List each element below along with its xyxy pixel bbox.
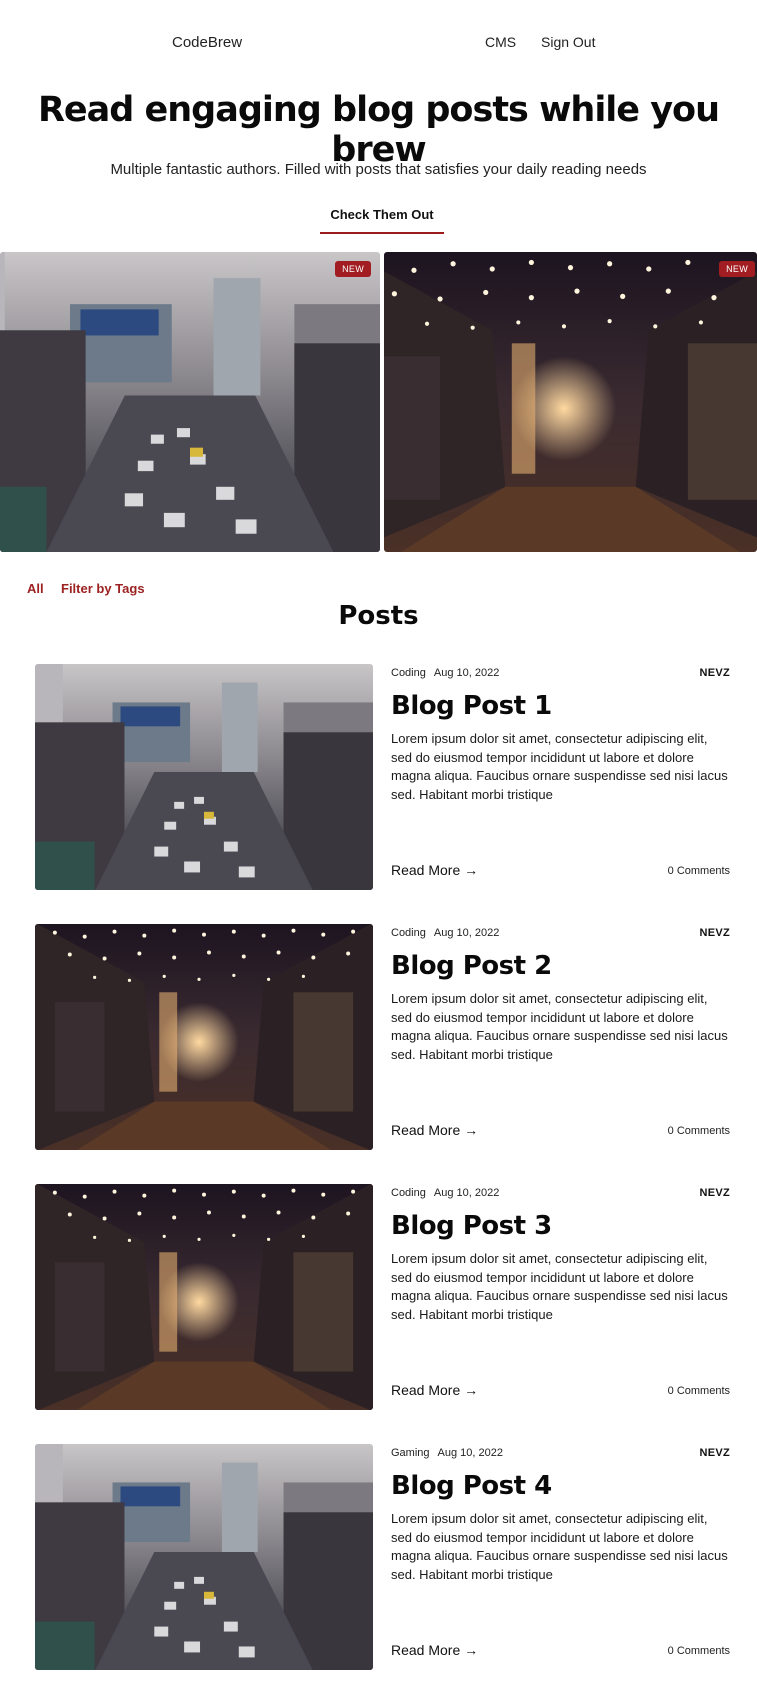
lit-alley-photo bbox=[35, 1184, 373, 1410]
city-traffic-photo bbox=[35, 664, 373, 890]
post-date: Aug 10, 2022 bbox=[433, 1187, 500, 1199]
post-body: Coding Aug 10, 2022 NEVZ Blog Post 3 Lore… bbox=[391, 1184, 730, 1410]
read-more-link[interactable]: Read More → bbox=[391, 862, 478, 878]
post-tag[interactable]: Coding bbox=[391, 667, 426, 679]
read-more-link[interactable]: Read More → bbox=[391, 1382, 478, 1398]
filter-by-tags-link[interactable]: Filter by Tags bbox=[61, 581, 145, 596]
featured-post-card[interactable]: NEW bbox=[384, 252, 757, 552]
nav-link-sign-out[interactable]: Sign Out bbox=[541, 34, 595, 50]
post-card: Gaming Aug 10, 2022 NEVZ Blog Post 4 Lore… bbox=[35, 1444, 730, 1670]
posts-heading: Posts bbox=[338, 601, 419, 631]
post-date: Aug 10, 2022 bbox=[437, 1447, 503, 1459]
post-title[interactable]: Blog Post 1 bbox=[391, 691, 552, 721]
nav-link-cms[interactable]: CMS bbox=[485, 34, 516, 50]
post-card: Coding Aug 10, 2022 NEVZ Blog Post 1 Lore… bbox=[35, 664, 730, 890]
post-meta: Coding Aug 10, 2022 bbox=[391, 667, 507, 679]
post-title[interactable]: Blog Post 3 bbox=[391, 1211, 552, 1241]
comment-count[interactable]: 0 Comments bbox=[668, 865, 730, 877]
hero-subtitle: Multiple fantastic authors. Filled with … bbox=[110, 161, 647, 178]
post-tag[interactable]: Gaming bbox=[391, 1447, 430, 1459]
top-nav: CodeBrew CMS Sign Out bbox=[0, 0, 757, 80]
post-author: NEVZ bbox=[699, 1187, 730, 1199]
brand-logo[interactable]: CodeBrew bbox=[172, 34, 242, 51]
new-badge: NEW bbox=[719, 261, 755, 277]
post-excerpt: Lorem ipsum dolor sit amet, consectetur … bbox=[391, 731, 728, 802]
comment-count[interactable]: 0 Comments bbox=[668, 1125, 730, 1137]
post-body: Gaming Aug 10, 2022 NEVZ Blog Post 4 Lore… bbox=[391, 1444, 730, 1670]
read-more-link[interactable]: Read More → bbox=[391, 1642, 478, 1658]
post-card: Coding Aug 10, 2022 NEVZ Blog Post 2 Lore… bbox=[35, 924, 730, 1150]
post-author: NEVZ bbox=[699, 927, 730, 939]
post-excerpt: Lorem ipsum dolor sit amet, consectetur … bbox=[391, 1511, 728, 1582]
post-author: NEVZ bbox=[699, 667, 730, 679]
post-meta: Coding Aug 10, 2022 bbox=[391, 927, 507, 939]
post-meta: Gaming Aug 10, 2022 bbox=[391, 1447, 511, 1459]
comment-count[interactable]: 0 Comments bbox=[668, 1645, 730, 1657]
post-date: Aug 10, 2022 bbox=[433, 667, 500, 679]
post-excerpt: Lorem ipsum dolor sit amet, consectetur … bbox=[391, 991, 728, 1062]
post-tag[interactable]: Coding bbox=[391, 927, 426, 939]
post-thumbnail[interactable] bbox=[35, 924, 373, 1150]
city-traffic-photo bbox=[0, 252, 380, 552]
lit-alley-photo bbox=[35, 924, 373, 1150]
filter-all-link[interactable]: All bbox=[27, 581, 44, 596]
post-meta: Coding Aug 10, 2022 bbox=[391, 1187, 507, 1199]
post-author: NEVZ bbox=[699, 1447, 730, 1459]
read-more-link[interactable]: Read More → bbox=[391, 1122, 478, 1138]
check-them-out-button[interactable]: Check Them Out bbox=[320, 207, 444, 234]
post-body: Coding Aug 10, 2022 NEVZ Blog Post 2 Lore… bbox=[391, 924, 730, 1150]
new-badge: NEW bbox=[335, 261, 371, 277]
comment-count[interactable]: 0 Comments bbox=[668, 1385, 730, 1397]
post-thumbnail[interactable] bbox=[35, 1184, 373, 1410]
lit-alley-photo bbox=[384, 252, 757, 552]
post-card: Coding Aug 10, 2022 NEVZ Blog Post 3 Lore… bbox=[35, 1184, 730, 1410]
post-excerpt: Lorem ipsum dolor sit amet, consectetur … bbox=[391, 1251, 728, 1322]
post-body: Coding Aug 10, 2022 NEVZ Blog Post 1 Lore… bbox=[391, 664, 730, 890]
post-title[interactable]: Blog Post 2 bbox=[391, 951, 552, 981]
post-title[interactable]: Blog Post 4 bbox=[391, 1471, 552, 1501]
hero-title: Read engaging blog posts while you brew bbox=[37, 90, 720, 170]
post-tag[interactable]: Coding bbox=[391, 1187, 426, 1199]
post-date: Aug 10, 2022 bbox=[433, 927, 500, 939]
featured-post-card[interactable]: NEW bbox=[0, 252, 380, 552]
post-thumbnail[interactable] bbox=[35, 1444, 373, 1670]
city-traffic-photo bbox=[35, 1444, 373, 1670]
post-thumbnail[interactable] bbox=[35, 664, 373, 890]
